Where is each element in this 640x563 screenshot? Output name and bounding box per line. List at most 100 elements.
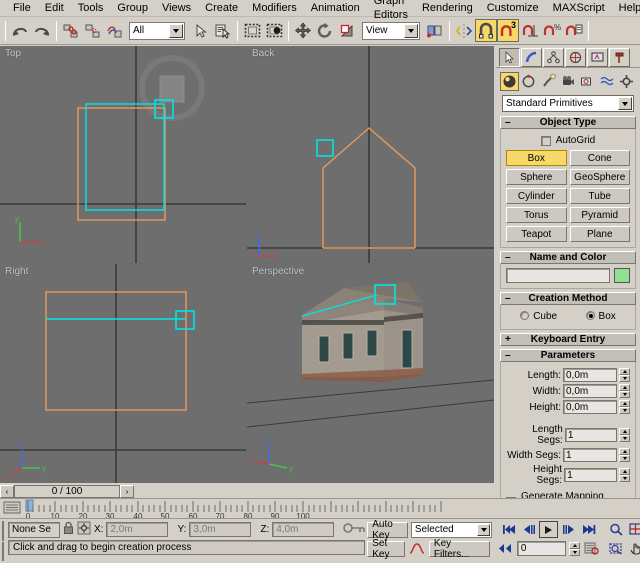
unlink-selection-icon[interactable]: [82, 19, 104, 42]
angle-snap-icon[interactable]: [519, 19, 541, 42]
creation-method-box-radio[interactable]: Box: [586, 311, 616, 322]
menu-item-animation[interactable]: Animation: [304, 0, 367, 16]
parameter-width-field[interactable]: 0,0m: [563, 384, 617, 398]
select-and-move-icon[interactable]: [292, 19, 314, 42]
pan-icon[interactable]: [626, 540, 640, 557]
object-type-cone-button[interactable]: Cone: [570, 150, 631, 166]
bind-to-space-warp-icon[interactable]: [104, 19, 126, 42]
menu-item-file[interactable]: File: [6, 0, 38, 16]
object-color-swatch[interactable]: [614, 268, 630, 283]
systems-category[interactable]: [617, 72, 636, 91]
menu-item-maxscript[interactable]: MAXScript: [546, 0, 612, 16]
lock-icon[interactable]: [63, 521, 74, 538]
select-and-rotate-icon[interactable]: [314, 19, 336, 42]
parameter-height-spinner[interactable]: [619, 400, 630, 414]
go-to-end-icon[interactable]: [579, 521, 598, 538]
rollout-toggle-icon[interactable]: –: [505, 252, 511, 263]
menu-item-tools[interactable]: Tools: [71, 0, 111, 16]
track-bar-ruler[interactable]: 0 10 20 30 40 50 60 70 80 90 100: [0, 498, 640, 518]
viewport-perspective[interactable]: z y x Perspective: [247, 264, 494, 483]
parameter-height-segs-field[interactable]: 1: [564, 468, 617, 482]
menu-item-customize[interactable]: Customize: [480, 0, 546, 16]
key-filters-button[interactable]: Key Filters...: [429, 541, 490, 557]
current-frame-field[interactable]: 0: [517, 541, 566, 556]
object-type-plane-button[interactable]: Plane: [570, 226, 631, 242]
previous-frame-icon[interactable]: [519, 521, 538, 538]
subcategory-dropdown[interactable]: Standard Primitives: [502, 95, 634, 112]
viewport-back-canvas[interactable]: z x: [247, 46, 494, 263]
rollout-keyboard-entry-header[interactable]: + Keyboard Entry: [500, 333, 636, 346]
select-and-link-icon[interactable]: [60, 19, 82, 42]
mirror-icon[interactable]: [453, 19, 475, 42]
auto-key-button[interactable]: Auto Key: [367, 522, 408, 538]
window-crossing-icon[interactable]: [263, 19, 285, 42]
object-type-sphere-button[interactable]: Sphere: [506, 169, 567, 185]
coord-y-field[interactable]: 3,0m: [189, 522, 251, 537]
select-by-name-icon[interactable]: [212, 19, 234, 42]
space-warps-category[interactable]: [598, 72, 617, 91]
object-type-cylinder-button[interactable]: Cylinder: [506, 188, 567, 204]
create-tab[interactable]: [499, 48, 520, 67]
selection-set-combo[interactable]: Selected: [411, 522, 492, 538]
menu-item-views[interactable]: Views: [155, 0, 198, 16]
undo-icon[interactable]: [9, 19, 31, 42]
chevron-down-icon[interactable]: [404, 24, 418, 38]
time-slider-handle[interactable]: 0 / 100: [14, 485, 120, 498]
next-frame-icon[interactable]: [559, 521, 578, 538]
key-icon[interactable]: [343, 522, 367, 537]
chevron-down-icon[interactable]: [477, 524, 490, 536]
zoom-icon[interactable]: [606, 521, 625, 538]
current-frame-spinner[interactable]: [569, 542, 580, 556]
creation-method-cube-radio[interactable]: Cube: [520, 311, 557, 322]
parameter-length-field[interactable]: 0,0m: [563, 368, 617, 382]
object-type-geosphere-button[interactable]: GeoSphere: [570, 169, 631, 185]
rollout-toggle-icon[interactable]: –: [505, 293, 511, 304]
object-type-torus-button[interactable]: Torus: [506, 207, 567, 223]
redo-icon[interactable]: [31, 19, 53, 42]
menu-item-help[interactable]: Help: [612, 0, 640, 16]
viewport-top-canvas[interactable]: y x: [0, 46, 246, 263]
parameter-height-field[interactable]: 0,0m: [563, 400, 617, 414]
field-of-view-icon[interactable]: [606, 540, 625, 557]
parameter-width-spinner[interactable]: [619, 384, 630, 398]
selection-filter-combo[interactable]: All: [129, 22, 185, 40]
object-type-box-button[interactable]: Box: [506, 150, 567, 166]
percent-snap-icon[interactable]: %: [541, 19, 563, 42]
coord-x-field[interactable]: 2,0m: [106, 522, 168, 537]
key-mode-toggle-icon[interactable]: [497, 540, 514, 557]
parameter-length-segs-field[interactable]: 1: [565, 428, 617, 442]
curve-icon[interactable]: [408, 540, 426, 557]
menu-item-rendering[interactable]: Rendering: [415, 0, 480, 16]
menu-item-edit[interactable]: Edit: [38, 0, 71, 16]
snap-3d-toggle-icon[interactable]: 3: [497, 19, 519, 42]
menu-item-graph-editors[interactable]: Graph Editors: [367, 0, 415, 23]
cameras-category[interactable]: [559, 72, 578, 91]
viewport-top[interactable]: y x Top: [0, 46, 246, 263]
rollout-creation-method-header[interactable]: – Creation Method: [500, 292, 636, 305]
display-tab[interactable]: [587, 48, 608, 67]
chevron-down-icon[interactable]: [618, 97, 632, 110]
hierarchy-tab[interactable]: [543, 48, 564, 67]
autogrid-row[interactable]: AutoGrid: [506, 135, 630, 146]
utilities-tab[interactable]: [609, 48, 630, 67]
object-type-tube-button[interactable]: Tube: [570, 188, 631, 204]
zoom-all-icon[interactable]: [626, 521, 640, 538]
menu-item-modifiers[interactable]: Modifiers: [245, 0, 304, 16]
radio-icon[interactable]: [520, 311, 529, 320]
time-slider-prev-button[interactable]: ‹: [0, 485, 14, 498]
spinner-snap-icon[interactable]: [563, 19, 585, 42]
rollout-object-type-header[interactable]: – Object Type: [500, 116, 636, 129]
viewport-right-canvas[interactable]: z y x: [0, 264, 246, 483]
menu-item-group[interactable]: Group: [110, 0, 155, 16]
viewport-back[interactable]: z x Back: [247, 46, 494, 263]
motion-tab[interactable]: [565, 48, 586, 67]
viewport-perspective-canvas[interactable]: z y x: [247, 264, 494, 483]
play-animation-icon[interactable]: [539, 521, 558, 538]
autogrid-checkbox[interactable]: [541, 136, 551, 146]
lights-category[interactable]: [539, 72, 558, 91]
menu-item-create[interactable]: Create: [198, 0, 245, 16]
radio-icon[interactable]: [586, 311, 595, 320]
status-swatch-bottom[interactable]: [2, 542, 4, 562]
modify-tab[interactable]: [521, 48, 542, 67]
snap-toggle-icon[interactable]: [475, 19, 497, 42]
